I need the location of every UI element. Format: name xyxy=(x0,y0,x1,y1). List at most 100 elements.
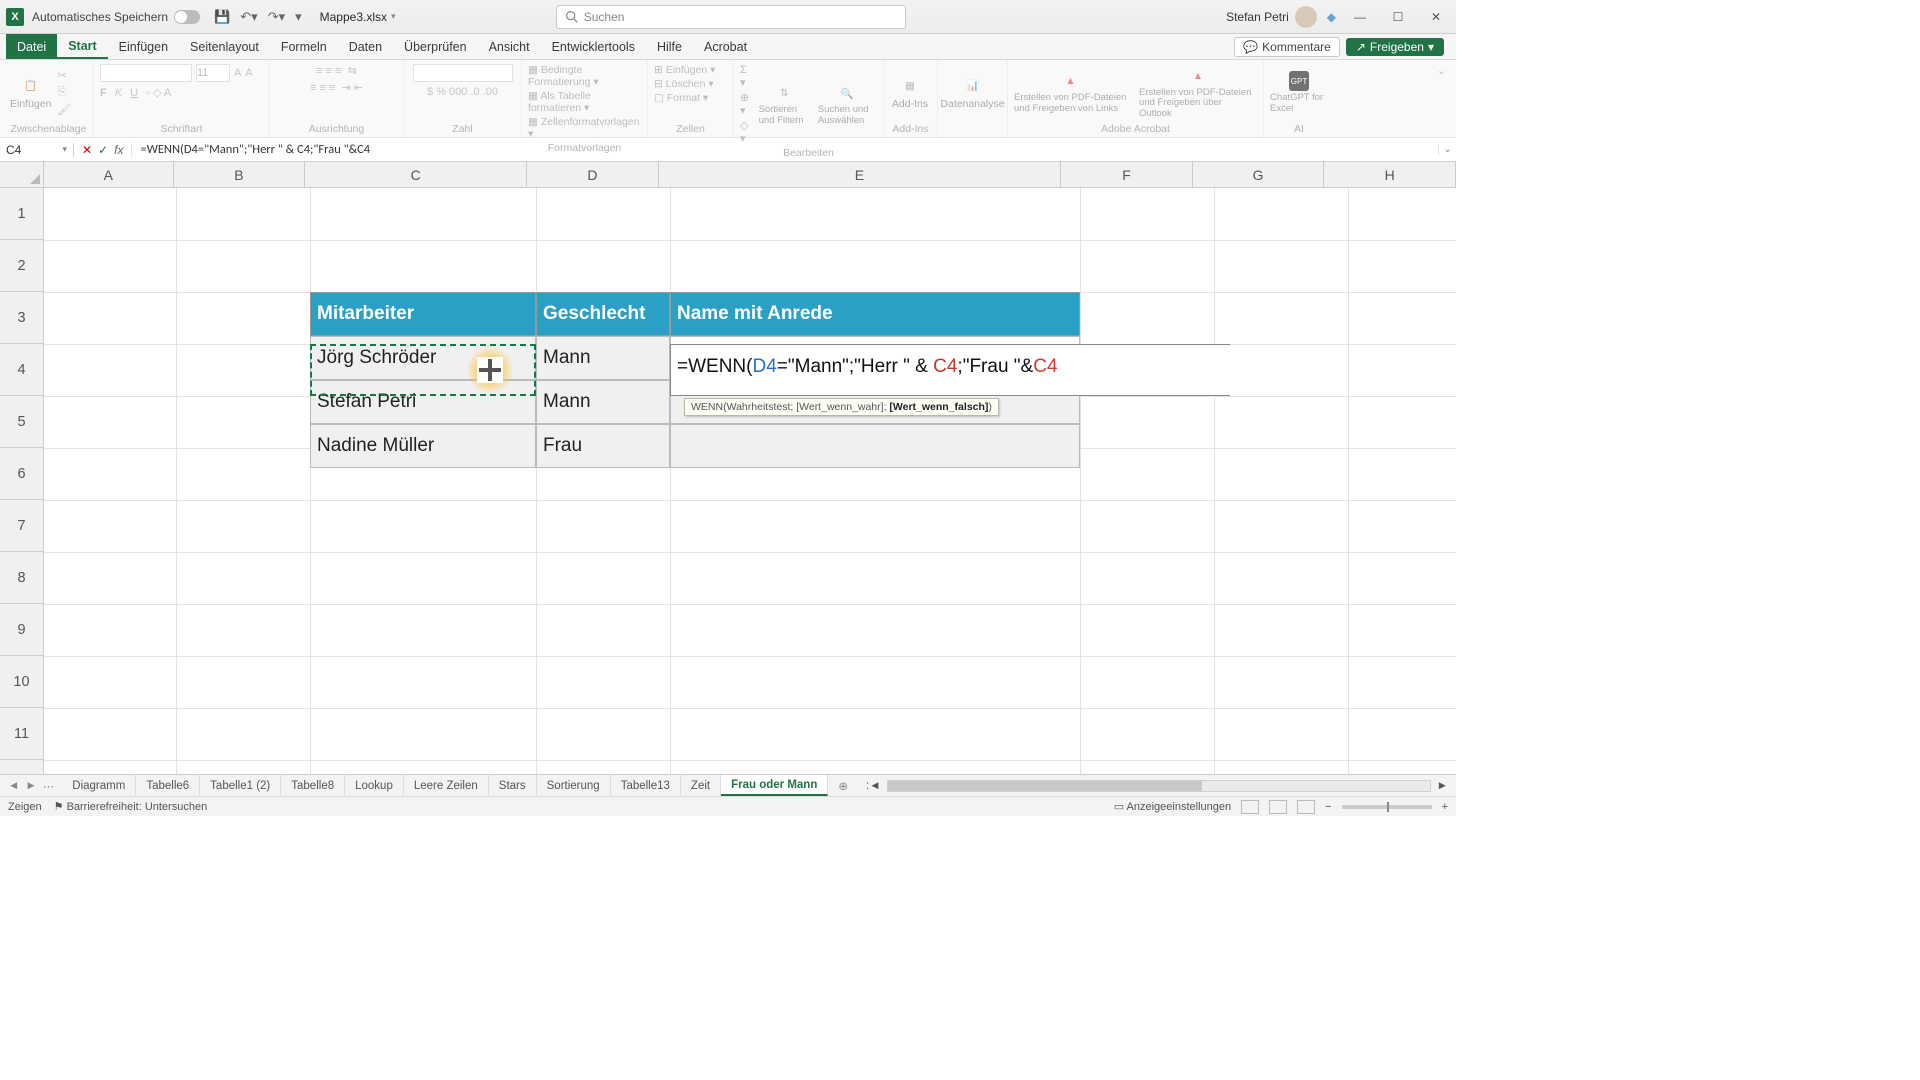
tab-insert[interactable]: Einfügen xyxy=(108,34,179,59)
cancel-icon[interactable]: ✕ xyxy=(82,143,92,157)
toggle-icon[interactable] xyxy=(174,10,200,24)
addins-button[interactable]: ▦Add-Ins xyxy=(890,76,930,110)
row-header[interactable]: 7 xyxy=(0,500,43,552)
row-header[interactable]: 4 xyxy=(0,344,43,396)
format-painter-icon[interactable]: 🖌 xyxy=(57,103,71,116)
find-select-button[interactable]: 🔍Suchen und Auswählen xyxy=(818,83,877,126)
cells-insert-button[interactable]: ⊞ Einfügen ▾ xyxy=(654,64,715,76)
conditional-format-button[interactable]: ▦ Bedingte Formatierung ▾ xyxy=(528,64,641,88)
table-cell[interactable]: Mann xyxy=(536,336,670,380)
tab-help[interactable]: Hilfe xyxy=(646,34,693,59)
row-header[interactable]: 8 xyxy=(0,552,43,604)
row-header[interactable]: 9 xyxy=(0,604,43,656)
format-as-table-button[interactable]: ▦ Als Tabelle formatieren ▾ xyxy=(528,90,641,114)
row-header[interactable]: 3 xyxy=(0,292,43,344)
page-layout-view-icon[interactable] xyxy=(1269,800,1287,814)
column-headers[interactable]: ABCDEFGH xyxy=(44,162,1456,188)
table-cell[interactable]: Jörg Schröder xyxy=(310,336,536,380)
tab-data[interactable]: Daten xyxy=(338,34,393,59)
table-cell[interactable] xyxy=(670,424,1080,468)
sheet-prev-icon[interactable]: ◄ xyxy=(8,780,19,792)
font-family-select[interactable] xyxy=(100,64,192,82)
select-all-corner[interactable] xyxy=(0,162,44,188)
undo-icon[interactable]: ↶▾ xyxy=(240,9,257,25)
row-header[interactable]: 11 xyxy=(0,708,43,760)
search-input[interactable]: Suchen xyxy=(556,5,906,29)
tab-formulas[interactable]: Formeln xyxy=(270,34,338,59)
collapse-ribbon-icon[interactable]: ⌄ xyxy=(1431,60,1452,137)
column-header[interactable]: C xyxy=(305,162,527,187)
fx-icon[interactable]: fx xyxy=(114,143,123,157)
accessibility-status[interactable]: ⚑ Barrierefreiheit: Untersuchen xyxy=(54,800,208,813)
minimize-button[interactable]: — xyxy=(1346,10,1374,24)
sheet-tab[interactable]: Zeit xyxy=(681,775,721,796)
column-header[interactable]: E xyxy=(659,162,1062,187)
table-cell[interactable]: Stefan Petri xyxy=(310,380,536,424)
tab-review[interactable]: Überprüfen xyxy=(393,34,478,59)
row-header[interactable]: 10 xyxy=(0,656,43,708)
spreadsheet-grid[interactable]: ABCDEFGH 1234567891011 Mitarbeiter Gesch… xyxy=(0,162,1456,774)
comments-button[interactable]: 💬 Kommentare xyxy=(1234,37,1340,57)
sheet-tab[interactable]: Tabelle6 xyxy=(136,775,200,796)
column-header[interactable]: G xyxy=(1193,162,1325,187)
sheet-tab[interactable]: Sortierung xyxy=(537,775,611,796)
zoom-out-icon[interactable]: − xyxy=(1325,801,1331,813)
sheet-tab[interactable]: Frau oder Mann xyxy=(721,775,828,796)
user-menu[interactable]: Stefan Petri xyxy=(1226,6,1317,28)
tab-acrobat[interactable]: Acrobat xyxy=(693,34,758,59)
zoom-slider[interactable] xyxy=(1342,805,1432,809)
close-button[interactable]: ✕ xyxy=(1422,10,1450,24)
cells-format-button[interactable]: ▢ Format ▾ xyxy=(654,92,708,104)
sheet-tab[interactable]: Tabelle1 (2) xyxy=(200,775,281,796)
sheet-more-icon[interactable]: ⋯ xyxy=(43,779,55,793)
sheet-tab[interactable]: Leere Zeilen xyxy=(404,775,489,796)
row-header[interactable]: 2 xyxy=(0,240,43,292)
chevron-down-icon[interactable]: ▾ xyxy=(62,144,67,155)
font-size-input[interactable] xyxy=(196,64,230,82)
tab-start[interactable]: Start xyxy=(57,34,107,59)
redo-icon[interactable]: ↷▾ xyxy=(268,9,285,25)
number-format-select[interactable] xyxy=(413,64,513,82)
save-icon[interactable]: 💾 xyxy=(214,9,230,25)
sheet-next-icon[interactable]: ► xyxy=(25,780,36,792)
sheet-tab[interactable]: Diagramm xyxy=(62,775,136,796)
paste-button[interactable]: 📋Einfügen xyxy=(10,76,51,110)
table-cell[interactable]: Frau xyxy=(536,424,670,468)
sheet-tab[interactable]: Lookup xyxy=(345,775,404,796)
cells-delete-button[interactable]: ⊟ Löschen ▾ xyxy=(654,78,714,90)
maximize-button[interactable]: ☐ xyxy=(1384,10,1412,24)
cell-styles-button[interactable]: ▦ Zellenformatvorlagen ▾ xyxy=(528,116,641,140)
cut-icon[interactable]: ✂ xyxy=(57,69,71,82)
pdf-link-button[interactable]: ▲Erstellen von PDF-Dateien und Freigeben… xyxy=(1014,71,1127,114)
qat-more-icon[interactable]: ▾ xyxy=(295,9,302,25)
expand-formula-icon[interactable]: ⌄ xyxy=(1438,144,1456,155)
autosave-toggle[interactable]: Automatisches Speichern xyxy=(32,10,200,24)
sheet-tab[interactable]: Tabelle13 xyxy=(611,775,681,796)
column-header[interactable]: A xyxy=(44,162,174,187)
table-cell[interactable]: Mann xyxy=(536,380,670,424)
sort-filter-button[interactable]: ⇅Sortieren und Filtern xyxy=(759,83,810,126)
row-header[interactable]: 5 xyxy=(0,396,43,448)
row-headers[interactable]: 1234567891011 xyxy=(0,188,44,774)
tab-devtools[interactable]: Entwicklertools xyxy=(541,34,646,59)
column-header[interactable]: B xyxy=(174,162,306,187)
tab-file[interactable]: Datei xyxy=(6,34,57,59)
sheet-tab[interactable]: Tabelle8 xyxy=(281,775,345,796)
share-button[interactable]: ↗ Freigeben ▾ xyxy=(1346,38,1444,56)
row-header[interactable]: 1 xyxy=(0,188,43,240)
tab-layout[interactable]: Seitenlayout xyxy=(179,34,270,59)
filename[interactable]: Mappe3.xlsx ▾ xyxy=(320,10,396,24)
column-header[interactable]: D xyxy=(527,162,659,187)
name-box[interactable]: C4 ▾ xyxy=(0,143,74,157)
confirm-icon[interactable]: ✓ xyxy=(98,143,108,157)
column-header[interactable]: H xyxy=(1324,162,1456,187)
row-header[interactable]: 6 xyxy=(0,448,43,500)
page-break-view-icon[interactable] xyxy=(1297,800,1315,814)
sheet-tab[interactable]: Stars xyxy=(489,775,537,796)
active-formula-cell[interactable]: =WENN(D4="Mann";"Herr " & C4;"Frau "&C4 xyxy=(670,344,1230,396)
table-cell[interactable]: Nadine Müller xyxy=(310,424,536,468)
normal-view-icon[interactable] xyxy=(1241,800,1259,814)
zoom-in-icon[interactable]: + xyxy=(1442,801,1448,813)
data-analysis-button[interactable]: 📊Datenanalyse xyxy=(944,76,1001,110)
copy-icon[interactable]: ⎘ xyxy=(57,86,71,99)
